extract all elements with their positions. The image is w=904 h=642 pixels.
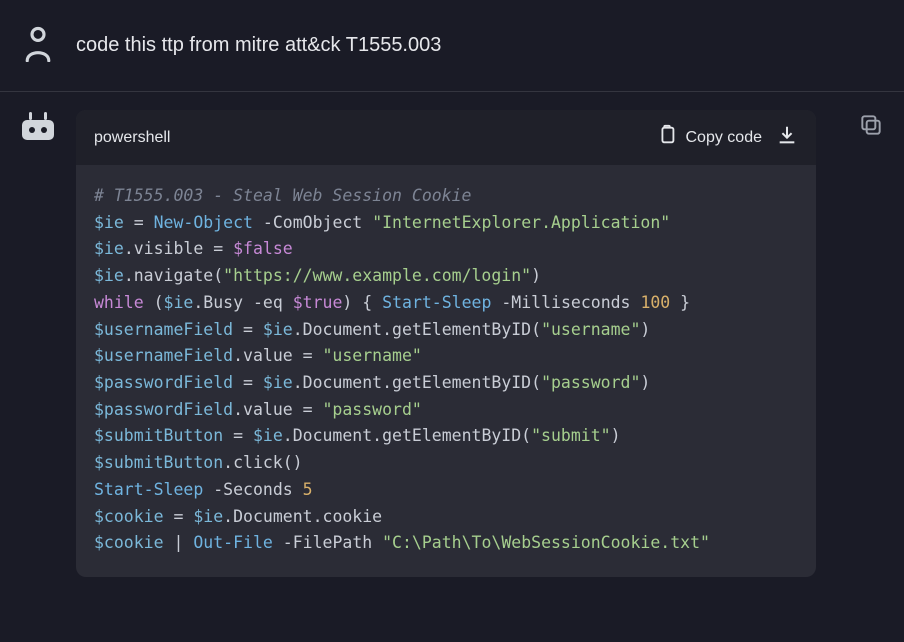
code-content[interactable]: # T1555.003 - Steal Web Session Cookie $… <box>76 165 816 577</box>
assistant-content: powershell Copy code # T1555.003 - Steal… <box>76 110 884 577</box>
code-block: powershell Copy code # T1555.003 - Steal… <box>76 110 816 577</box>
code-language-label: powershell <box>94 129 170 147</box>
bot-icon <box>20 112 56 142</box>
copy-code-button[interactable]: Copy code <box>656 124 763 151</box>
copy-stack-icon <box>858 125 884 142</box>
user-message-row: code this ttp from mitre att&ck T1555.00… <box>0 0 904 91</box>
download-code-button[interactable] <box>776 124 798 151</box>
copy-code-label: Copy code <box>686 129 763 147</box>
user-content: code this ttp from mitre att&ck T1555.00… <box>76 24 884 60</box>
code-header: powershell Copy code <box>76 110 816 165</box>
download-icon <box>776 124 798 151</box>
clipboard-icon <box>656 124 678 151</box>
user-avatar <box>20 24 56 67</box>
user-icon <box>23 26 53 67</box>
assistant-avatar <box>20 110 56 142</box>
copy-message-button[interactable] <box>858 112 886 140</box>
assistant-message-row: powershell Copy code # T1555.003 - Steal… <box>0 92 904 601</box>
user-message-text: code this ttp from mitre att&ck T1555.00… <box>76 24 884 60</box>
